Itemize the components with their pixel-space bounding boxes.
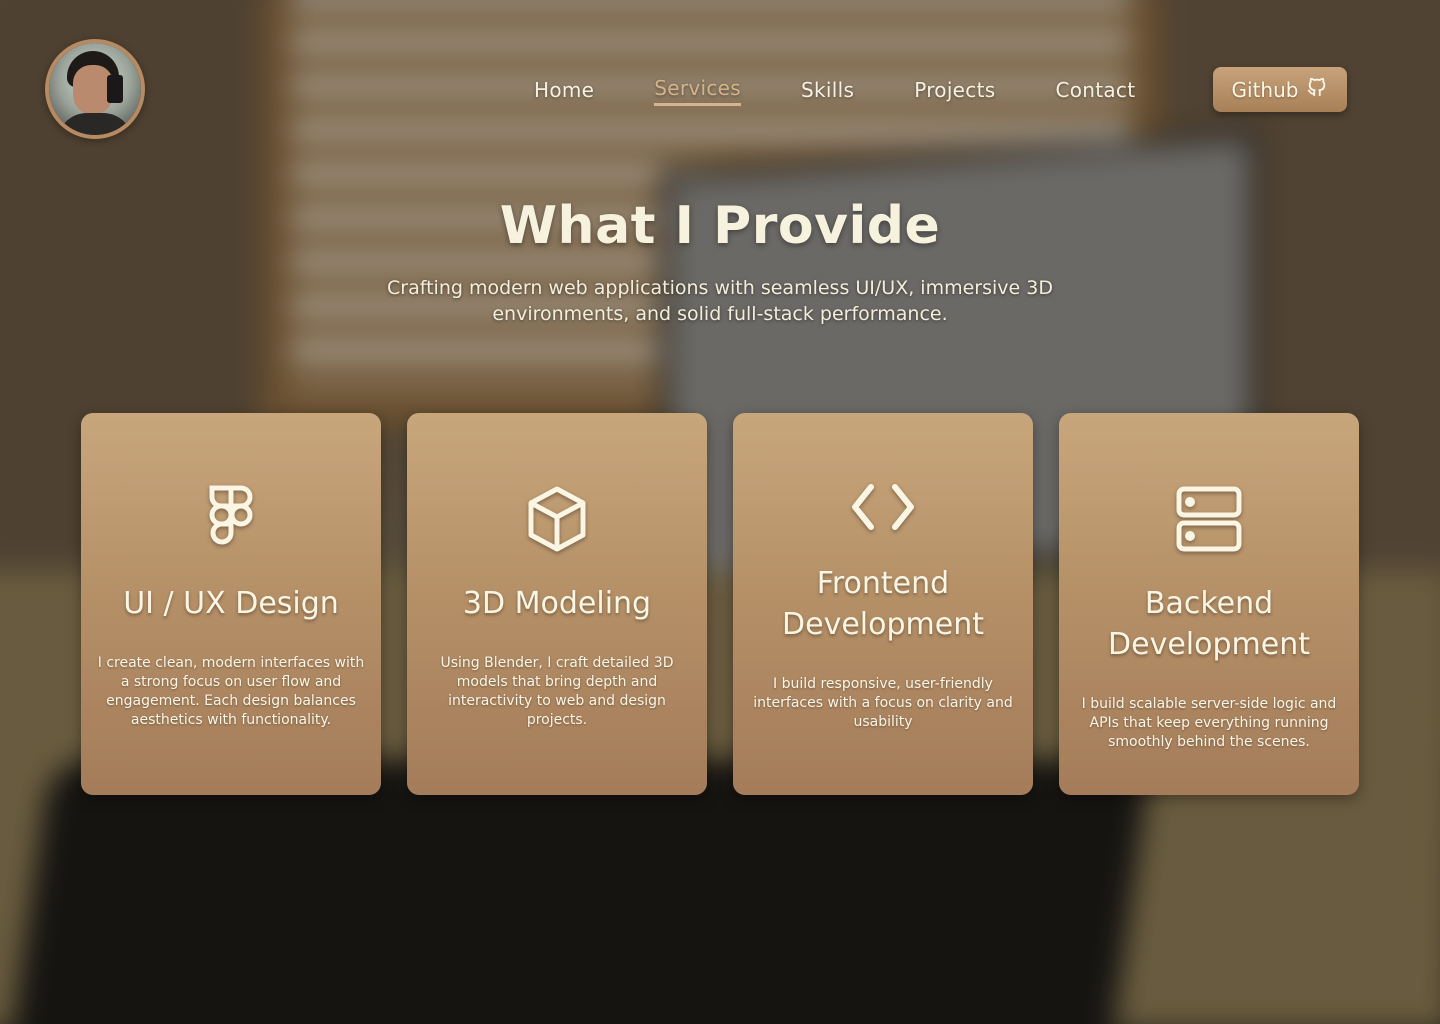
avatar[interactable] — [45, 39, 145, 139]
service-description: Using Blender, I craft detailed 3D model… — [440, 655, 674, 728]
service-description: I create clean, modern interfaces with a… — [97, 655, 365, 728]
github-button[interactable]: Github — [1213, 67, 1347, 112]
page-subtitle: Crafting modern web applications with se… — [387, 277, 1053, 325]
service-title: Frontend Development — [782, 566, 984, 642]
service-card-frontend[interactable]: Frontend Development I build responsive,… — [733, 413, 1033, 795]
service-card-3d[interactable]: 3D Modeling Using Blender, I craft detai… — [407, 413, 707, 795]
nav-skills[interactable]: Skills — [801, 78, 854, 105]
main-nav: Home Services Skills Projects Contact — [534, 76, 1195, 106]
server-icon — [1173, 483, 1245, 555]
github-icon — [1306, 76, 1328, 103]
service-card-uiux[interactable]: UI / UX Design I create clean, modern in… — [81, 413, 381, 795]
nav-home[interactable]: Home — [534, 78, 594, 105]
code-icon — [847, 471, 919, 543]
nav-projects[interactable]: Projects — [914, 78, 995, 105]
service-title: Backend Development — [1108, 586, 1310, 662]
nav-services[interactable]: Services — [654, 76, 742, 106]
service-title: UI / UX Design — [123, 586, 339, 621]
nav-contact[interactable]: Contact — [1055, 78, 1135, 105]
service-card-backend[interactable]: Backend Development I build scalable ser… — [1059, 413, 1359, 795]
page-title: What I Provide — [499, 196, 941, 256]
cube-icon — [521, 483, 593, 555]
service-description: I build responsive, user-friendly interf… — [753, 676, 1013, 730]
github-button-label: Github — [1231, 77, 1299, 102]
service-title: 3D Modeling — [462, 586, 652, 621]
service-description: I build scalable server-side logic and A… — [1081, 696, 1337, 750]
figma-icon — [195, 483, 267, 555]
